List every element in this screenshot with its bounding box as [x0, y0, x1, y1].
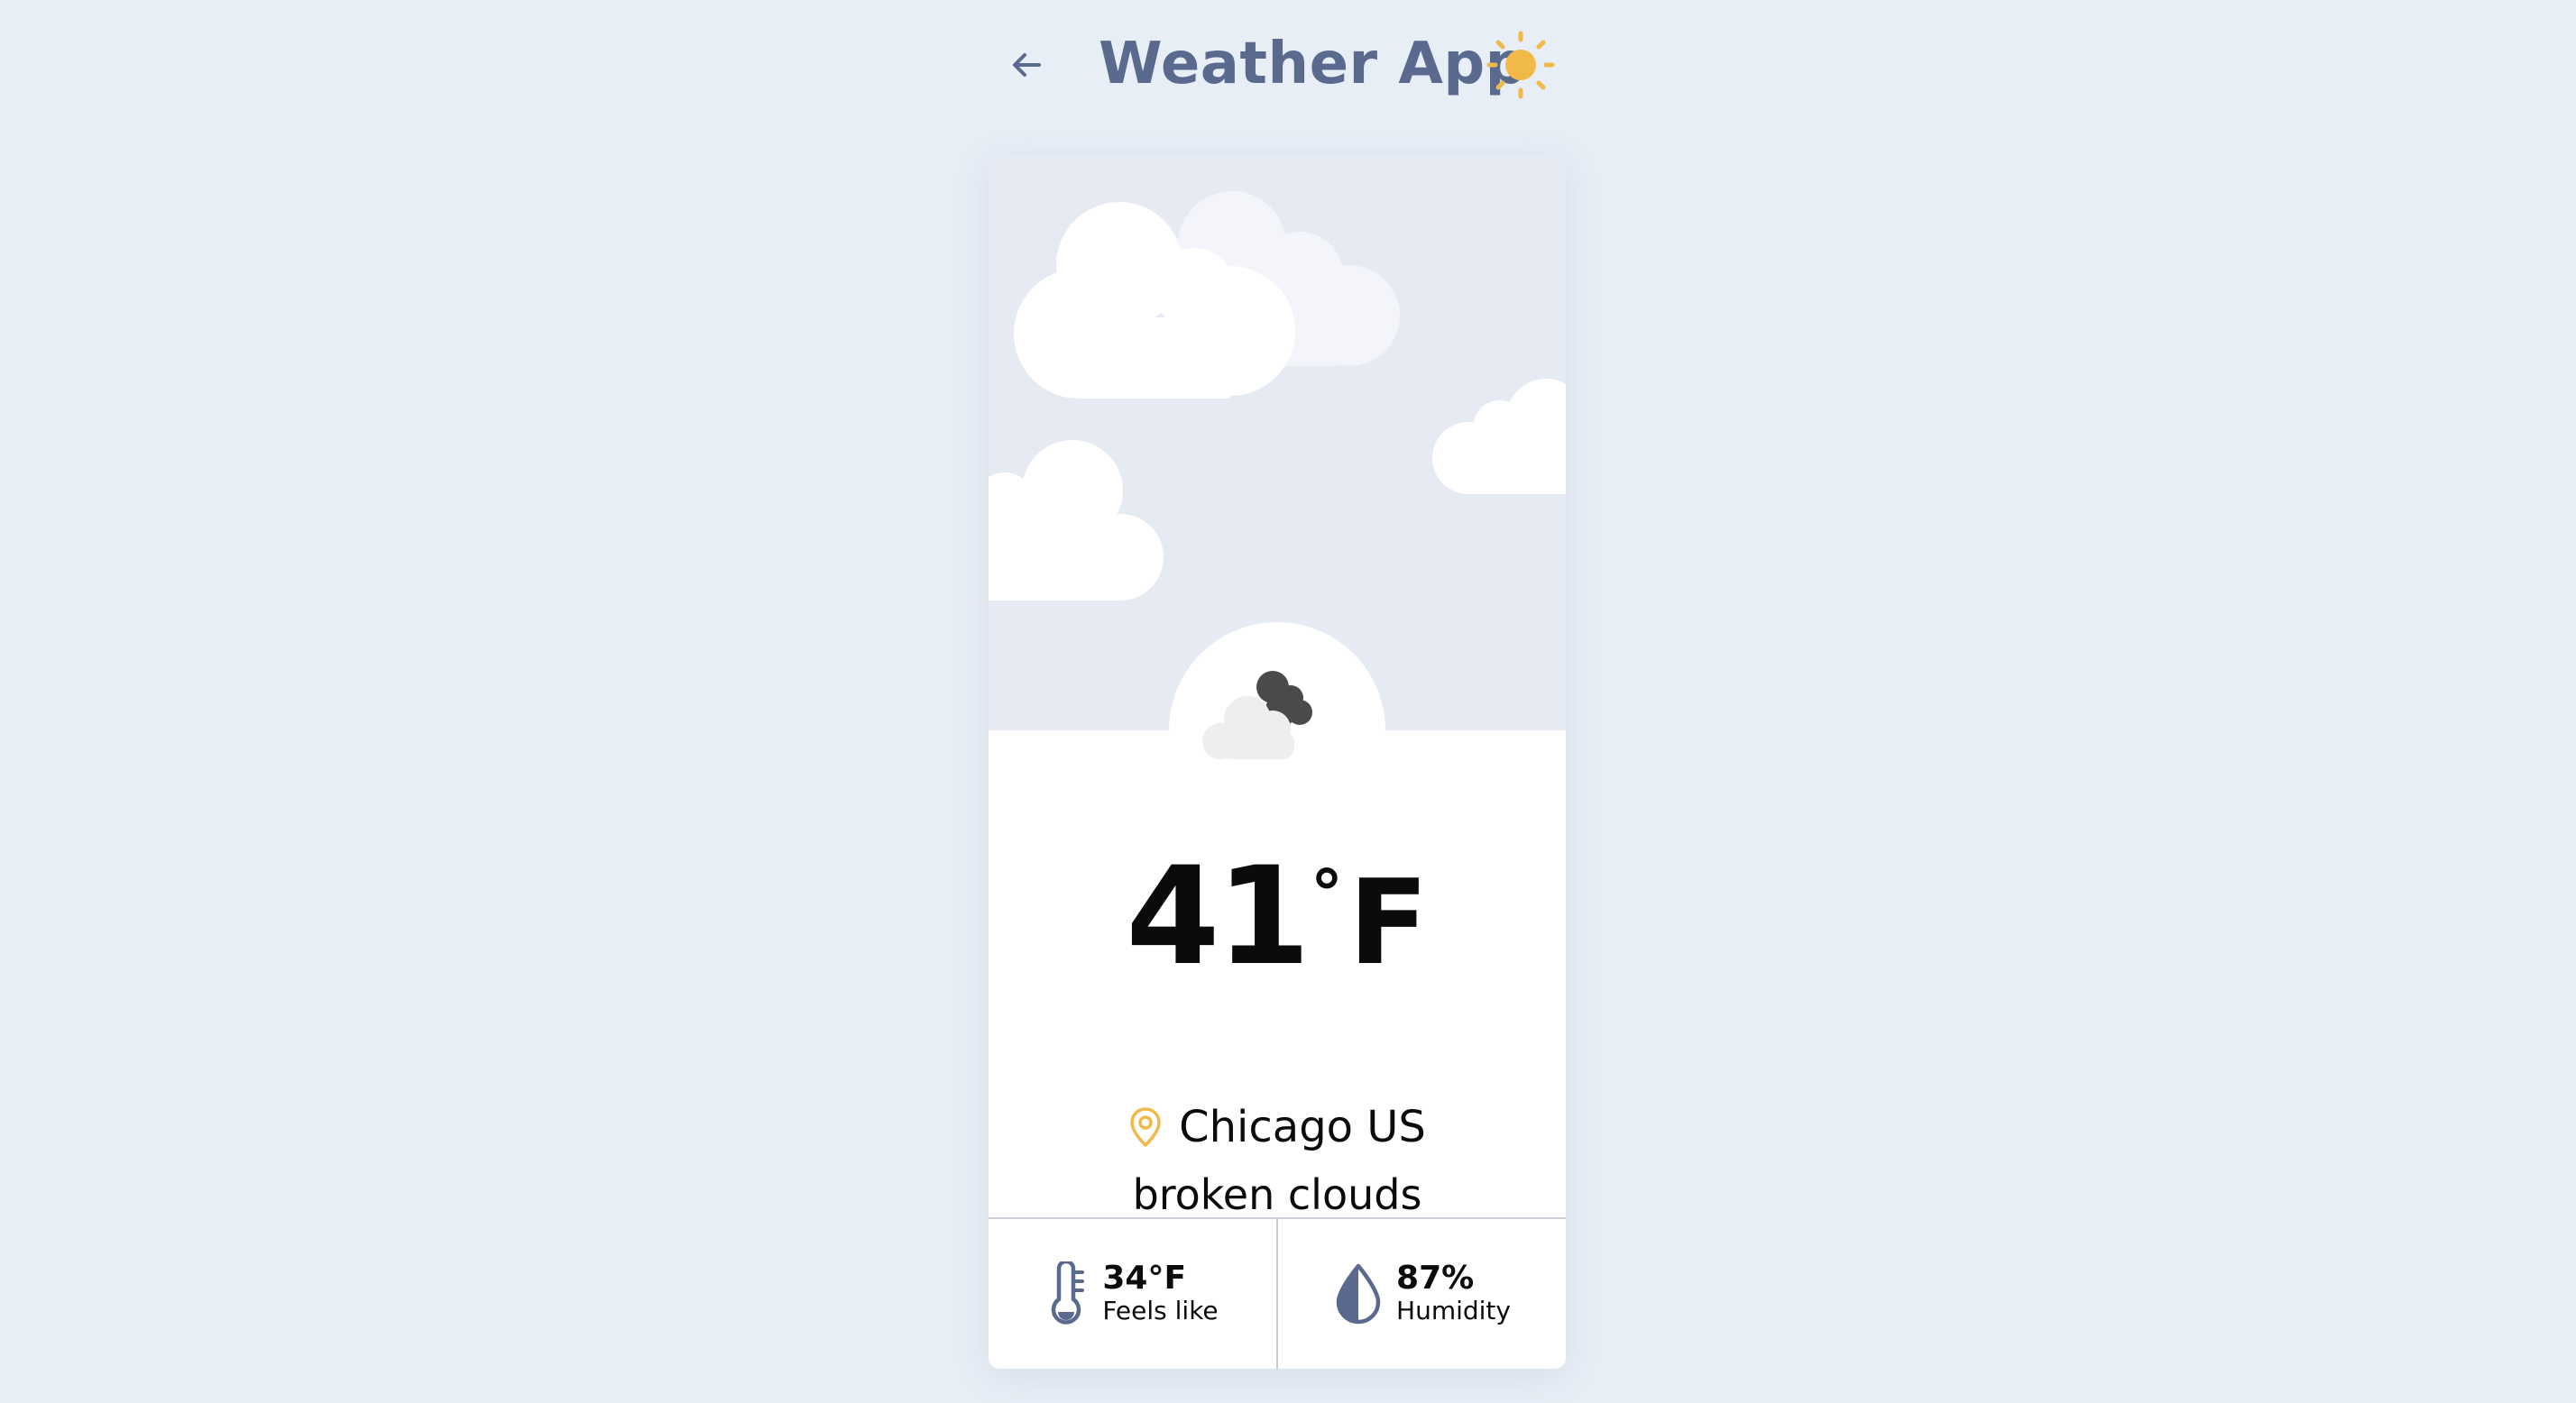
weather-description: broken clouds — [1132, 1170, 1422, 1219]
weather-card: 41°F broken clouds Chicago US 34°F Feels… — [989, 155, 1566, 1369]
temperature-value: 41 — [1126, 839, 1311, 995]
humidity-text: 87% Humidity — [1396, 1261, 1511, 1325]
feels-like-label: Feels like — [1102, 1296, 1219, 1326]
droplet-icon — [1336, 1263, 1381, 1325]
app-header: Weather App — [0, 23, 2576, 105]
humidity-label: Humidity — [1396, 1296, 1511, 1326]
feels-like-value: 34°F — [1102, 1260, 1187, 1298]
sun-icon — [1486, 31, 1555, 99]
location-row: Chicago US — [989, 1102, 1566, 1152]
theme-toggle-button[interactable] — [1486, 31, 1555, 99]
left-cloud — [989, 440, 1164, 601]
back-button[interactable] — [1003, 41, 1050, 88]
arrow-left-icon — [1013, 53, 1041, 77]
degree-symbol: ° — [1310, 856, 1343, 931]
thermometer-icon — [1052, 1261, 1085, 1325]
humidity-value: 87% — [1396, 1260, 1475, 1298]
temperature-unit: F — [1348, 854, 1429, 991]
map-pin-icon — [1130, 1107, 1161, 1147]
feels-like-stat: 34°F Feels like — [989, 1219, 1276, 1369]
weather-stats: 34°F Feels like 87% Humidity — [989, 1217, 1566, 1369]
location-name: Chicago US — [1179, 1102, 1426, 1152]
humidity-stat: 87% Humidity — [1276, 1219, 1566, 1369]
app-title: Weather App — [1099, 31, 1527, 97]
feels-like-text: 34°F Feels like — [1102, 1261, 1218, 1325]
right-cloud — [1432, 379, 1566, 494]
temperature-display: 41°F — [989, 849, 1566, 985]
broken-clouds-icon — [1202, 671, 1312, 759]
